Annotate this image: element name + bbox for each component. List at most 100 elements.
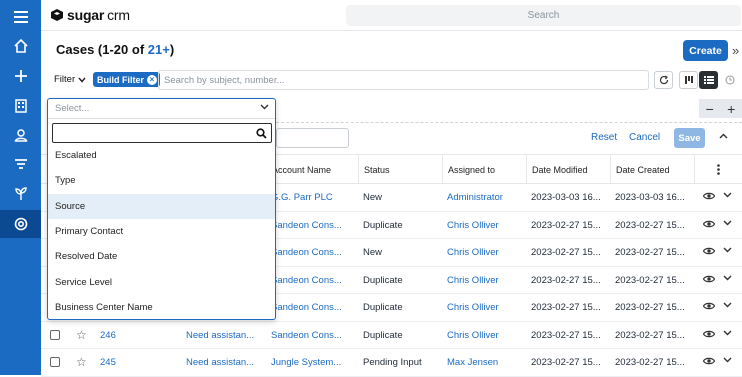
account-name-link[interactable]: Sandeon Cons... (266, 239, 358, 266)
header-assigned-to[interactable]: Assigned to (442, 155, 526, 184)
case-number-link[interactable]: 245 (95, 349, 181, 376)
row-actions-chevron-icon[interactable] (723, 247, 732, 253)
header-modified-label: Date Modified (532, 164, 588, 175)
assigned-user-link[interactable]: Chris Olliver (442, 322, 526, 349)
cancel-link[interactable]: Cancel (629, 132, 660, 143)
assigned-user-link[interactable]: Max Jensen (442, 349, 526, 376)
case-number-link[interactable]: 246 (95, 322, 181, 349)
refresh-button[interactable] (654, 71, 673, 89)
favorite-star-icon[interactable]: ☆ (76, 328, 87, 342)
columns-icon (684, 76, 693, 84)
dropdown-option[interactable]: Escalated (48, 143, 275, 168)
remove-filter-icon[interactable]: × (147, 74, 157, 85)
assigned-user-link[interactable]: Administrator (442, 184, 526, 211)
clock-icon (725, 75, 734, 85)
header-account-name[interactable]: Account Name (266, 155, 358, 184)
menu-icon[interactable] (0, 3, 41, 31)
plus-icon[interactable] (0, 62, 41, 90)
date-created-cell: 2023-02-27 15... (615, 247, 685, 258)
date-modified-cell: 2023-02-27 15... (531, 274, 601, 286)
column-options-button[interactable] (694, 155, 742, 184)
case-subject-link[interactable]: Need assistan... (181, 322, 266, 349)
preview-eye-icon[interactable] (703, 300, 715, 312)
dropdown-option[interactable]: Resolved Date (48, 244, 275, 269)
assigned-user-link[interactable]: Chris Olliver (442, 267, 526, 294)
table-row: ☆ 245 Need assistan... Jungle System... Pend… (41, 349, 742, 377)
home-icon[interactable] (0, 32, 41, 60)
account-name-link[interactable]: Sandeon Cons... (266, 294, 358, 321)
row-actions-chevron-icon[interactable] (723, 302, 732, 308)
account-name-link[interactable]: Sandeon Cons... (266, 322, 358, 349)
filter-field-dropdown: Select... Escalated Type Source Primary Con… (47, 98, 276, 320)
assigned-user-link[interactable]: Chris Olliver (442, 212, 526, 239)
global-search-input[interactable]: Search (346, 5, 741, 26)
filter-value-input[interactable] (276, 128, 349, 148)
assigned-user-link[interactable]: Chris Olliver (442, 294, 526, 321)
assigned-user-link[interactable]: Chris Olliver (442, 239, 526, 266)
dropdown-option[interactable]: Service Level (48, 270, 275, 295)
dropdown-option[interactable]: Type (48, 168, 275, 193)
filter-divider (276, 122, 742, 123)
preview-eye-icon[interactable] (703, 355, 715, 367)
cases-icon[interactable] (0, 210, 41, 238)
building-icon[interactable] (0, 92, 41, 120)
refresh-icon (659, 75, 668, 85)
sugarcrm-logo[interactable]: sugar crm (50, 7, 130, 23)
create-button[interactable]: Create (683, 40, 728, 61)
row-actions-chevron-icon[interactable] (723, 275, 732, 281)
recent-button[interactable] (720, 71, 739, 89)
row-checkbox[interactable] (50, 357, 60, 367)
date-modified-cell: 2023-02-27 15... (531, 302, 601, 313)
row-actions-chevron-icon[interactable] (723, 220, 732, 226)
plant-icon[interactable] (0, 180, 41, 208)
preview-eye-icon[interactable] (703, 328, 715, 340)
row-actions-chevron-icon[interactable] (723, 330, 732, 336)
dropdown-option[interactable]: Source (48, 193, 275, 219)
dropdown-option[interactable]: Primary Contact (48, 219, 275, 244)
date-created-cell: 2023-02-27 15... (615, 302, 685, 313)
preview-eye-icon[interactable] (703, 245, 715, 257)
filter-funnel-icon[interactable] (0, 151, 41, 179)
user-icon[interactable] (0, 121, 41, 149)
account-name-link[interactable]: G.G. Parr PLC (266, 184, 358, 211)
favorite-star-icon[interactable]: ☆ (76, 355, 87, 369)
build-filter-label: Build Filter (97, 74, 144, 85)
case-subject-link[interactable]: Need assistan... (181, 349, 266, 376)
preview-eye-icon[interactable] (703, 218, 715, 230)
list-view-button[interactable] (699, 71, 718, 89)
sidebar (0, 0, 41, 375)
row-checkbox[interactable] (50, 329, 60, 340)
save-button[interactable]: Save (674, 128, 705, 148)
row-actions-chevron-icon[interactable] (723, 357, 732, 363)
date-modified-cell: 2023-02-27 15... (531, 219, 601, 231)
account-name-link[interactable]: Sandeon Cons... (266, 212, 358, 239)
reset-link[interactable]: Reset (591, 132, 617, 143)
collapse-dashlet-icon[interactable]: » (732, 43, 739, 58)
remove-row-icon[interactable]: − (706, 101, 714, 117)
list-icon (703, 76, 714, 84)
header-status[interactable]: Status (358, 155, 442, 184)
filter-dropdown[interactable]: Filter (54, 74, 86, 85)
date-modified-cell: 2023-02-27 15... (531, 247, 601, 258)
build-filter-pill[interactable]: Build Filter × (93, 72, 160, 87)
row-actions-chevron-icon[interactable] (723, 192, 732, 198)
search-icon (256, 128, 267, 139)
column-view-button[interactable] (679, 71, 698, 89)
add-row-icon[interactable]: + (727, 101, 735, 117)
header-created-label: Date Created (616, 164, 670, 175)
kebab-menu-icon (717, 164, 720, 175)
preview-eye-icon[interactable] (703, 190, 715, 202)
header-date-modified[interactable]: Date Modified (526, 155, 610, 184)
record-count-link[interactable]: 21+ (148, 42, 170, 57)
preview-eye-icon[interactable] (703, 273, 715, 285)
account-name-link[interactable]: Jungle System... (266, 349, 358, 376)
field-select[interactable]: Select... (48, 99, 275, 119)
dropdown-option[interactable]: Business Center Name (48, 295, 275, 320)
account-name-link[interactable]: Sandeon Cons... (266, 267, 358, 294)
collapse-filter-icon[interactable] (719, 130, 728, 142)
dropdown-search-input[interactable] (52, 123, 272, 143)
list-search-input[interactable]: Search by subject, number... (158, 70, 649, 90)
status-cell: Duplicate (363, 274, 403, 286)
header-date-created[interactable]: Date Created (610, 155, 694, 184)
table-row: ☆ 246 Need assistan... Sandeon Cons... Dupli… (41, 322, 742, 349)
